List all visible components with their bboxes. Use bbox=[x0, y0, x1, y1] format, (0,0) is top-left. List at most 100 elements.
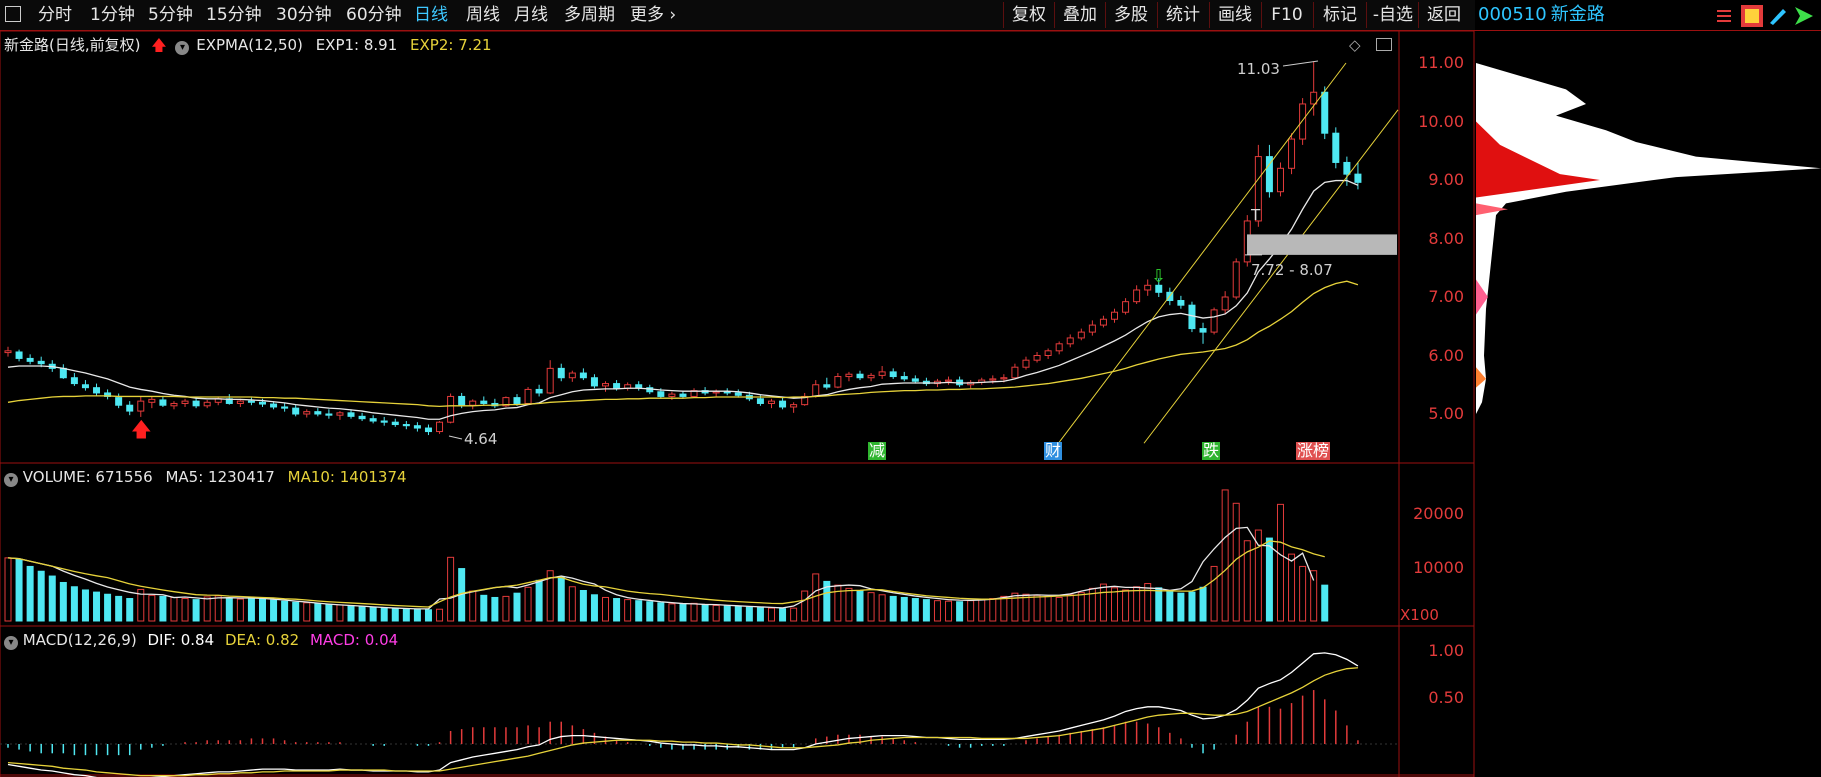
main-legend: 新金路(日线,前复权) 🡅 ▾ EXPMA(12,50) EXP1: 8.91 … bbox=[4, 34, 492, 60]
volume-bar bbox=[104, 593, 112, 622]
tool-button-7[interactable]: 标记 bbox=[1313, 2, 1366, 28]
candle-body bbox=[613, 383, 621, 389]
event-marker[interactable]: 涨榜 bbox=[1296, 442, 1331, 460]
volume-bar bbox=[1288, 553, 1296, 622]
volume-bar bbox=[1188, 591, 1196, 622]
axis-tick-label: 7.00 bbox=[1428, 287, 1464, 306]
volume-bar bbox=[767, 607, 775, 622]
volume-bar bbox=[878, 594, 886, 622]
volume-bar bbox=[524, 586, 532, 622]
volume-bar bbox=[513, 592, 521, 622]
gap-label: 7.72 - 8.07 bbox=[1251, 261, 1333, 279]
tab-5[interactable]: 30分钟 bbox=[276, 4, 332, 26]
tool-button-8[interactable]: -自选 bbox=[1366, 2, 1419, 28]
window-icon[interactable] bbox=[1376, 38, 1392, 51]
volume-bar bbox=[59, 581, 67, 622]
volume-unit: X100 bbox=[1400, 606, 1439, 624]
volume-bar bbox=[1299, 565, 1307, 622]
event-marker[interactable]: 财 bbox=[1044, 442, 1063, 460]
tab-6[interactable]: 60分钟 bbox=[346, 4, 402, 26]
collapse-icon[interactable]: ▾ bbox=[4, 636, 18, 650]
tool-button-3[interactable]: 多股 bbox=[1105, 2, 1156, 28]
panel-toggle-icon[interactable] bbox=[5, 6, 21, 22]
event-marker[interactable]: 跌 bbox=[1202, 442, 1221, 460]
volume-bar bbox=[93, 591, 101, 622]
volume-bar bbox=[867, 592, 875, 622]
candle-body bbox=[93, 387, 101, 394]
pen-icon[interactable] bbox=[1765, 3, 1791, 29]
axis-tick-label: 9.00 bbox=[1428, 170, 1464, 189]
axis-tick-label: 10.00 bbox=[1418, 111, 1464, 131]
axis-tick-label: 6.00 bbox=[1428, 345, 1464, 365]
axis-tick-label: 20000 bbox=[1413, 504, 1464, 523]
candle-body bbox=[1221, 296, 1229, 311]
flag-icon[interactable] bbox=[1739, 3, 1765, 29]
candle-body bbox=[1343, 161, 1351, 175]
volume-bar bbox=[491, 596, 499, 622]
list-icon[interactable] bbox=[1713, 3, 1739, 29]
volume-bar bbox=[81, 589, 89, 622]
tool-button-4[interactable]: 统计 bbox=[1157, 2, 1208, 28]
candle-body bbox=[1177, 300, 1185, 306]
volume-bar bbox=[4, 557, 12, 622]
tool-button-5[interactable]: 画线 bbox=[1209, 2, 1260, 28]
tab-9[interactable]: 月线 bbox=[514, 4, 548, 26]
tool-button-9[interactable]: 返回 bbox=[1418, 2, 1469, 28]
candle-body bbox=[1044, 350, 1052, 357]
tab-2[interactable]: 1分钟 bbox=[90, 4, 135, 26]
arrow-icon[interactable] bbox=[1791, 3, 1817, 29]
event-marker[interactable]: 减 bbox=[868, 442, 887, 460]
volume-bar bbox=[801, 590, 809, 622]
right-header: 000510 新金路 bbox=[1475, 0, 1821, 31]
volume-bar bbox=[247, 597, 255, 622]
candle-body bbox=[247, 400, 255, 403]
axis-tick-label: 0.50 bbox=[1428, 687, 1464, 707]
tab-10[interactable]: 多周期 bbox=[564, 4, 615, 26]
tab-8[interactable]: 周线 bbox=[466, 4, 500, 26]
candle-body bbox=[535, 388, 543, 394]
axis-tick-label: 10000 bbox=[1413, 557, 1464, 577]
candle-body bbox=[900, 376, 908, 380]
candle-body bbox=[889, 371, 897, 378]
tab-4[interactable]: 15分钟 bbox=[206, 4, 262, 26]
volume-bar bbox=[557, 576, 565, 622]
candle-body bbox=[402, 424, 410, 427]
green-down-arrow-icon: ⇩ bbox=[1151, 266, 1167, 287]
volume-bar bbox=[236, 598, 244, 622]
volume-bar bbox=[734, 606, 742, 622]
tool-button-2[interactable]: 叠加 bbox=[1054, 2, 1105, 28]
candle-body bbox=[1188, 304, 1196, 330]
candle-body bbox=[170, 402, 178, 407]
tab-11[interactable]: 更多 › bbox=[630, 4, 676, 26]
candle-body bbox=[281, 406, 289, 409]
volume-bar bbox=[690, 602, 698, 622]
low-price-label: 4.64 bbox=[464, 430, 498, 448]
volume-bar bbox=[126, 598, 134, 622]
collapse-icon[interactable]: ▾ bbox=[175, 41, 190, 55]
dea-line bbox=[7, 667, 1358, 777]
tab-3[interactable]: 5分钟 bbox=[148, 4, 193, 26]
candle-body bbox=[790, 404, 798, 408]
candle-body bbox=[1099, 318, 1107, 326]
tool-button-6[interactable]: F10 bbox=[1261, 2, 1312, 28]
volume-bar bbox=[723, 605, 731, 622]
diamond-icon[interactable]: ◇ bbox=[1349, 36, 1361, 54]
volume-bar bbox=[900, 596, 908, 622]
candle-body bbox=[447, 395, 455, 423]
volume-bar bbox=[1144, 583, 1152, 622]
tool-button-1[interactable]: 复权 bbox=[1003, 2, 1054, 28]
volume-bar bbox=[1166, 590, 1174, 622]
volume-bar bbox=[214, 595, 222, 622]
candle-body bbox=[59, 367, 67, 379]
volume-bar bbox=[635, 600, 643, 622]
candle-body bbox=[1055, 343, 1063, 352]
tab-7[interactable]: 日线 bbox=[414, 4, 448, 26]
volume-bar bbox=[225, 597, 233, 622]
axis-tick-label: 5.00 bbox=[1428, 404, 1464, 423]
collapse-icon[interactable]: ▾ bbox=[4, 473, 18, 487]
tab-1[interactable]: 分时 bbox=[38, 4, 72, 26]
candle-body bbox=[336, 412, 344, 416]
volume-bar bbox=[922, 599, 930, 622]
candle-body bbox=[37, 360, 45, 365]
axis-tick-label: 1.00 bbox=[1428, 641, 1464, 660]
